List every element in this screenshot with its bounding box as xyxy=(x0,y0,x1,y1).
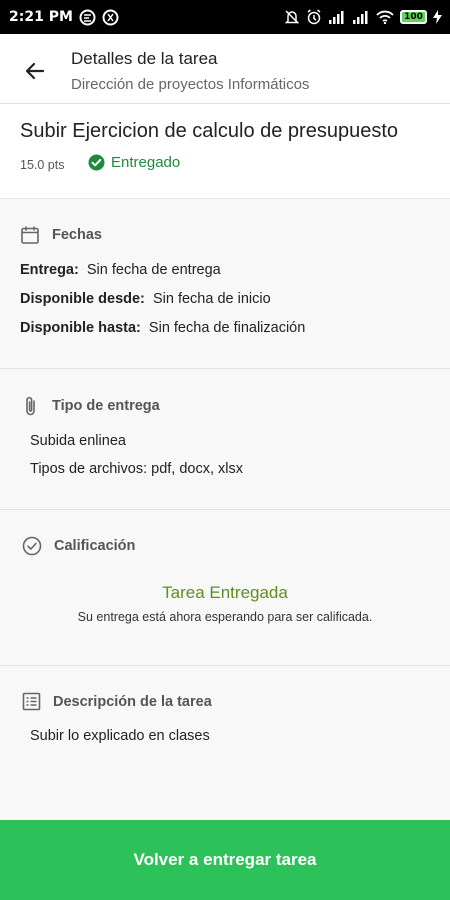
delivery-type: Subida enlinea xyxy=(30,433,126,449)
page-title: Detalles de la tarea xyxy=(71,49,218,68)
status-time: 2:21 PM xyxy=(9,9,73,25)
date-label: Disponible hasta: xyxy=(20,320,141,336)
grade-status-title: Tarea Entregada xyxy=(162,583,288,602)
mute-icon xyxy=(284,9,300,25)
description-heading: Descripción de la tarea xyxy=(22,692,212,711)
paperclip-icon xyxy=(26,396,35,416)
document-icon xyxy=(22,692,41,711)
page-subtitle: Dirección de proyectos Informáticos xyxy=(71,76,310,93)
app-bar: Detalles de la tarea Dirección de proyec… xyxy=(0,34,450,104)
wifi-icon xyxy=(376,10,394,24)
delivery-heading-label: Tipo de entrega xyxy=(52,398,160,414)
date-row-from: Disponible desde: Sin fecha de inicio xyxy=(20,291,271,307)
date-value: Sin fecha de entrega xyxy=(86,262,221,278)
date-value: Sin fecha de inicio xyxy=(152,291,271,307)
task-details: Subir Ejercicion de calculo de presupues… xyxy=(0,104,450,824)
date-label: Disponible desde: xyxy=(20,291,145,307)
back-arrow-icon xyxy=(25,62,45,80)
date-label: Entrega: xyxy=(20,262,79,278)
dates-section: Fechas Entrega: Sin fecha de entrega Dis… xyxy=(0,199,450,369)
charging-icon xyxy=(433,10,442,24)
alarm-icon xyxy=(306,9,322,25)
signal-icon xyxy=(328,10,346,24)
grading-heading: Calificación xyxy=(22,536,135,556)
dates-heading-label: Fechas xyxy=(52,227,102,243)
status-right: 100 xyxy=(284,9,442,25)
date-value: Sin fecha de finalización xyxy=(148,320,306,336)
status-badge: Entregado xyxy=(88,154,180,171)
status-left: 2:21 PM xyxy=(9,9,119,26)
status-label: Entregado xyxy=(111,154,181,171)
description-text: Subir lo explicado en clases xyxy=(30,728,210,744)
notification-icon xyxy=(102,9,119,26)
grading-heading-label: Calificación xyxy=(54,538,136,554)
battery-level: 100 xyxy=(404,12,423,22)
calendar-icon xyxy=(21,226,39,244)
check-circle-icon xyxy=(88,154,105,171)
delivery-heading: Tipo de entrega xyxy=(22,395,160,417)
grading-section: Calificación Tarea Entregada Su entrega … xyxy=(0,510,450,666)
task-title: Subir Ejercicion de calculo de presupues… xyxy=(20,120,398,142)
file-types: Tipos de archivos: pdf, docx, xlsx xyxy=(30,461,244,477)
grade-status-message: Su entrega está ahora esperando para ser… xyxy=(77,610,373,624)
signal-icon xyxy=(352,10,370,24)
task-points: 15.0 pts xyxy=(20,158,65,172)
description-heading-label: Descripción de la tarea xyxy=(53,693,212,710)
date-row-until: Disponible hasta: Sin fecha de finalizac… xyxy=(20,320,305,336)
delivery-section: Tipo de entrega Subida enlinea Tipos de … xyxy=(0,369,450,510)
back-button[interactable] xyxy=(18,54,52,88)
description-section: Descripción de la tarea Subir lo explica… xyxy=(0,666,450,824)
check-circle-outline-icon xyxy=(22,536,42,556)
date-row-due: Entrega: Sin fecha de entrega xyxy=(20,262,221,278)
dates-heading: Fechas xyxy=(20,225,102,245)
status-bar: 2:21 PM 100 xyxy=(0,0,450,34)
battery-icon: 100 xyxy=(400,10,427,24)
notification-icon xyxy=(79,9,96,26)
resubmit-button[interactable]: Volver a entregar tarea xyxy=(0,820,450,900)
task-header: Subir Ejercicion de calculo de presupues… xyxy=(0,104,450,199)
